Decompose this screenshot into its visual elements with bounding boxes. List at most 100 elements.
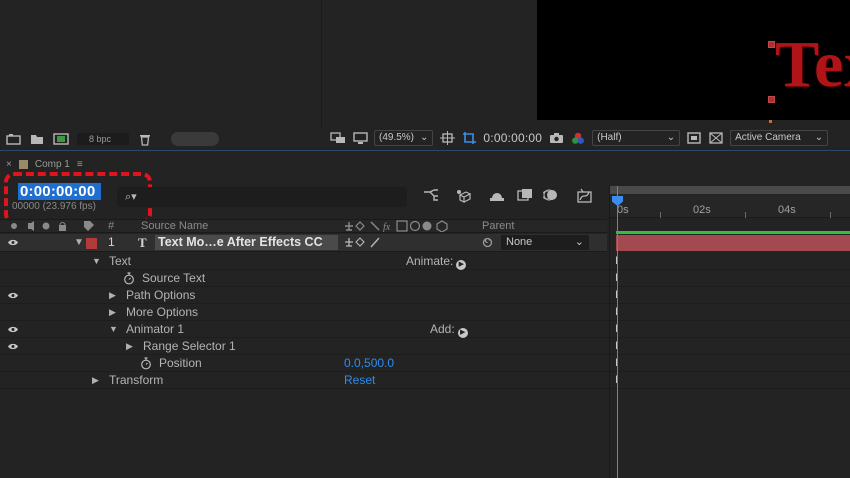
thumbnail-size-slider[interactable]	[171, 132, 219, 146]
playhead-line[interactable]	[617, 186, 618, 478]
property-row-range-selector-1[interactable]: ▶ Range Selector 1	[0, 338, 607, 355]
animate-label: Animate:	[406, 254, 454, 268]
shy-layers-icon[interactable]	[488, 188, 506, 206]
monitor-icon[interactable]	[352, 131, 368, 145]
always-preview-icon[interactable]	[330, 131, 346, 145]
expand-triangle[interactable]: ▶	[92, 372, 99, 389]
property-row-path-options[interactable]: ▶ Path Options	[0, 287, 607, 304]
graph-row: I	[610, 270, 850, 287]
magnification-value: (49.5%)	[379, 132, 415, 143]
time-ruler[interactable]: 0s 02s 04s	[610, 194, 850, 218]
motion-blur-icon[interactable]	[542, 188, 560, 206]
work-area-bar[interactable]	[610, 186, 850, 194]
play-arrow-icon[interactable]: ▶	[457, 328, 468, 338]
project-bit-depth-button[interactable]: 8 bpc	[77, 133, 129, 145]
tab-label: Comp 1	[34, 159, 70, 170]
viewer-current-time[interactable]: 0:00:00:00	[483, 131, 542, 145]
property-row-transform[interactable]: ▶ Transform Reset	[0, 372, 607, 389]
chevron-down-icon: ⌄	[666, 132, 676, 143]
anchor-marker	[769, 120, 772, 123]
property-label: Animator 1	[126, 322, 185, 336]
chevron-down-icon: ⌄	[420, 132, 429, 143]
transform-reset-link[interactable]: Reset	[344, 372, 375, 389]
show-channel-icon[interactable]	[570, 131, 586, 145]
eye-icon[interactable]	[8, 239, 18, 246]
property-label: Source Text	[142, 271, 206, 285]
new-folder-icon[interactable]	[29, 132, 45, 146]
interpret-footage-icon[interactable]	[5, 132, 21, 146]
render-range-bar	[616, 231, 850, 234]
property-row-animator-1[interactable]: ▼ Animator 1 Add: ▶	[0, 321, 607, 338]
layer-name[interactable]: Text Mo…e After Effects CC	[155, 235, 338, 250]
expand-triangle[interactable]: ▼	[109, 321, 118, 338]
bounding-box-handle[interactable]	[768, 41, 775, 48]
camera-value: Active Camera	[735, 132, 801, 143]
expand-triangle[interactable]: ▶	[126, 338, 133, 355]
ruler-tick	[660, 212, 661, 218]
property-label: Position	[159, 356, 202, 370]
layer-duration-bar[interactable]	[616, 235, 850, 251]
layer-expand-triangle[interactable]: ▼	[74, 234, 84, 251]
resolution-dropdown[interactable]: (Half) ⌄	[592, 130, 681, 146]
trash-icon[interactable]	[137, 132, 153, 146]
property-row-more-options[interactable]: ▶ More Options	[0, 304, 607, 321]
viewer-toolbar: (49.5%) ⌄ 0:00:00:00 (Half) ⌄ Active Camer…	[324, 126, 850, 150]
draft-3d-icon[interactable]	[454, 188, 472, 206]
layer-switches[interactable]	[343, 236, 383, 254]
camera-snapshot-icon[interactable]	[548, 131, 564, 145]
expand-triangle[interactable]: ▶	[109, 287, 116, 304]
new-composition-icon[interactable]	[53, 132, 69, 146]
graph-row: I	[610, 321, 850, 338]
property-label: Text	[109, 254, 132, 268]
column-parent[interactable]: Parent	[482, 220, 514, 233]
comp-mini-flowchart-icon[interactable]	[422, 188, 440, 206]
text-layer-type-icon: T	[138, 235, 147, 250]
graph-row: I	[610, 253, 850, 270]
position-value[interactable]: 0.0,500.0	[344, 355, 394, 372]
graph-editor-icon[interactable]	[576, 188, 594, 206]
eye-icon[interactable]	[8, 326, 18, 333]
region-of-interest-icon[interactable]	[461, 131, 477, 145]
add-menu[interactable]: Add: ▶	[430, 321, 468, 338]
ruler-label: 0s	[617, 204, 629, 216]
chevron-down-icon: ⌄	[814, 132, 824, 143]
timeline-graph[interactable]: 0s 02s 04s I I I I I I I I	[609, 186, 850, 478]
property-label: More Options	[126, 305, 199, 319]
close-icon[interactable]: ×	[6, 159, 12, 170]
property-row-source-text[interactable]: Source Text	[0, 270, 607, 287]
parent-value: None	[506, 236, 533, 248]
layer-row[interactable]: ▼ 1 T Text Mo…e After Effects CC None ⌄	[0, 234, 607, 252]
graph-row: I	[610, 372, 850, 389]
fast-previews-icon[interactable]	[686, 131, 702, 145]
comp-swatch	[18, 160, 28, 169]
property-row-position[interactable]: Position 0.0,500.0	[0, 355, 607, 372]
column-number: #	[108, 220, 115, 232]
parent-dropdown[interactable]: None ⌄	[501, 235, 589, 250]
layer-label-color[interactable]	[86, 238, 97, 249]
play-arrow-icon[interactable]: ▶	[456, 260, 467, 270]
column-source-name[interactable]: Source Name	[141, 220, 208, 233]
layer-search-input[interactable]: ⌕▾	[117, 187, 407, 207]
property-row-text[interactable]: ▼ Text Animate: ▶	[0, 253, 607, 270]
ruler-label: 04s	[778, 204, 796, 216]
property-label: Path Options	[126, 288, 196, 302]
ruler-tick	[830, 212, 831, 218]
pick-whip-icon[interactable]	[481, 234, 494, 254]
layer-number: 1	[108, 235, 115, 249]
bounding-box-handle[interactable]	[768, 96, 775, 103]
comp-preview-text: Tex	[775, 28, 850, 101]
camera-dropdown[interactable]: Active Camera ⌄	[730, 130, 829, 146]
grid-guide-icon[interactable]	[439, 131, 455, 145]
eye-icon[interactable]	[8, 292, 18, 299]
animate-menu[interactable]: Animate: ▶	[406, 253, 467, 270]
transparency-grid-icon[interactable]	[708, 131, 724, 145]
frame-blending-icon[interactable]	[516, 188, 534, 206]
eye-icon[interactable]	[8, 343, 18, 350]
tab-comp-1[interactable]: × Comp 1 ≡	[6, 159, 83, 170]
expand-triangle[interactable]: ▶	[109, 304, 116, 321]
svg-text:fx: fx	[383, 222, 391, 232]
expand-triangle[interactable]: ▼	[92, 253, 101, 270]
magnification-dropdown[interactable]: (49.5%) ⌄	[374, 130, 434, 146]
panel-menu-icon[interactable]: ≡	[77, 159, 83, 170]
property-label: Transform	[109, 373, 164, 387]
